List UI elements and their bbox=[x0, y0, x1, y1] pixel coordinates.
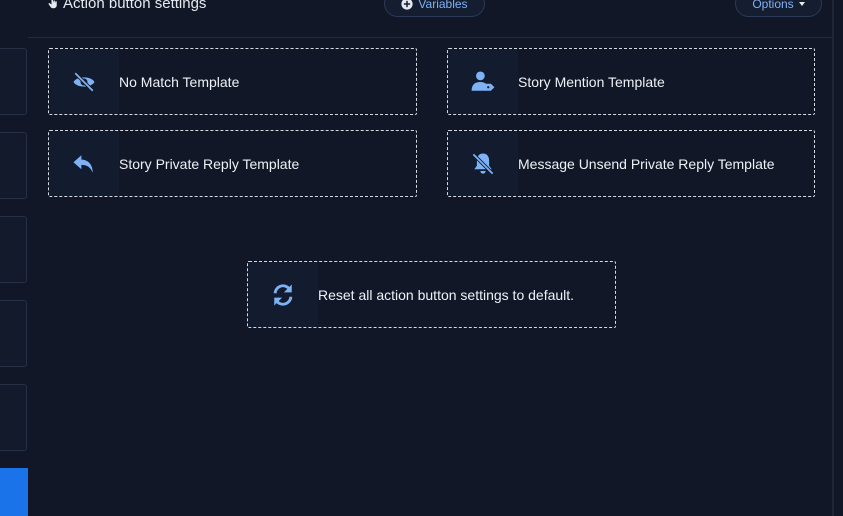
sidebar-item[interactable] bbox=[0, 216, 27, 283]
bell-slash-icon bbox=[472, 152, 494, 175]
hand-pointer-icon bbox=[48, 0, 57, 9]
variables-label: Variables bbox=[418, 0, 468, 11]
sidebar-item-active[interactable] bbox=[0, 468, 28, 516]
action-button-settings-page: Action button settings Variables Options bbox=[0, 0, 843, 516]
sidebar-item[interactable] bbox=[0, 132, 27, 199]
page-title-text: Action button settings bbox=[63, 0, 207, 12]
card-label: Story Mention Template bbox=[518, 73, 665, 90]
card-icon-box bbox=[49, 49, 119, 114]
caret-down-icon bbox=[798, 2, 805, 6]
story-mention-template-button[interactable]: Story Mention Template bbox=[447, 48, 815, 115]
card-icon-box bbox=[248, 262, 318, 327]
no-match-template-button[interactable]: No Match Template bbox=[48, 48, 417, 115]
card-label: Reset all action button settings to defa… bbox=[318, 286, 575, 303]
scrollbar-track bbox=[832, 0, 834, 516]
user-tag-icon bbox=[471, 71, 495, 91]
sidebar-item[interactable] bbox=[0, 300, 27, 367]
header-divider bbox=[28, 37, 832, 38]
sidebar-item[interactable] bbox=[0, 384, 27, 451]
reset-settings-button[interactable]: Reset all action button settings to defa… bbox=[247, 261, 616, 328]
eye-slash-icon bbox=[73, 71, 95, 92]
card-label: Message Unsend Private Reply Template bbox=[518, 155, 775, 172]
options-label: Options bbox=[752, 0, 794, 11]
page-title: Action button settings bbox=[47, 0, 206, 13]
message-unsend-private-reply-template-button[interactable]: Message Unsend Private Reply Template bbox=[447, 130, 815, 197]
variables-button[interactable]: Variables bbox=[384, 0, 485, 17]
options-dropdown[interactable]: Options bbox=[735, 0, 822, 17]
reply-icon bbox=[73, 154, 93, 173]
card-label: Story Private Reply Template bbox=[119, 155, 300, 172]
card-label: No Match Template bbox=[119, 73, 240, 90]
sidebar-item[interactable] bbox=[0, 48, 27, 115]
plus-circle-icon bbox=[401, 0, 414, 10]
sync-icon bbox=[273, 283, 293, 306]
card-icon-box bbox=[448, 49, 518, 114]
card-icon-box bbox=[448, 131, 518, 196]
story-private-reply-template-button[interactable]: Story Private Reply Template bbox=[48, 130, 417, 197]
card-icon-box bbox=[49, 131, 119, 196]
